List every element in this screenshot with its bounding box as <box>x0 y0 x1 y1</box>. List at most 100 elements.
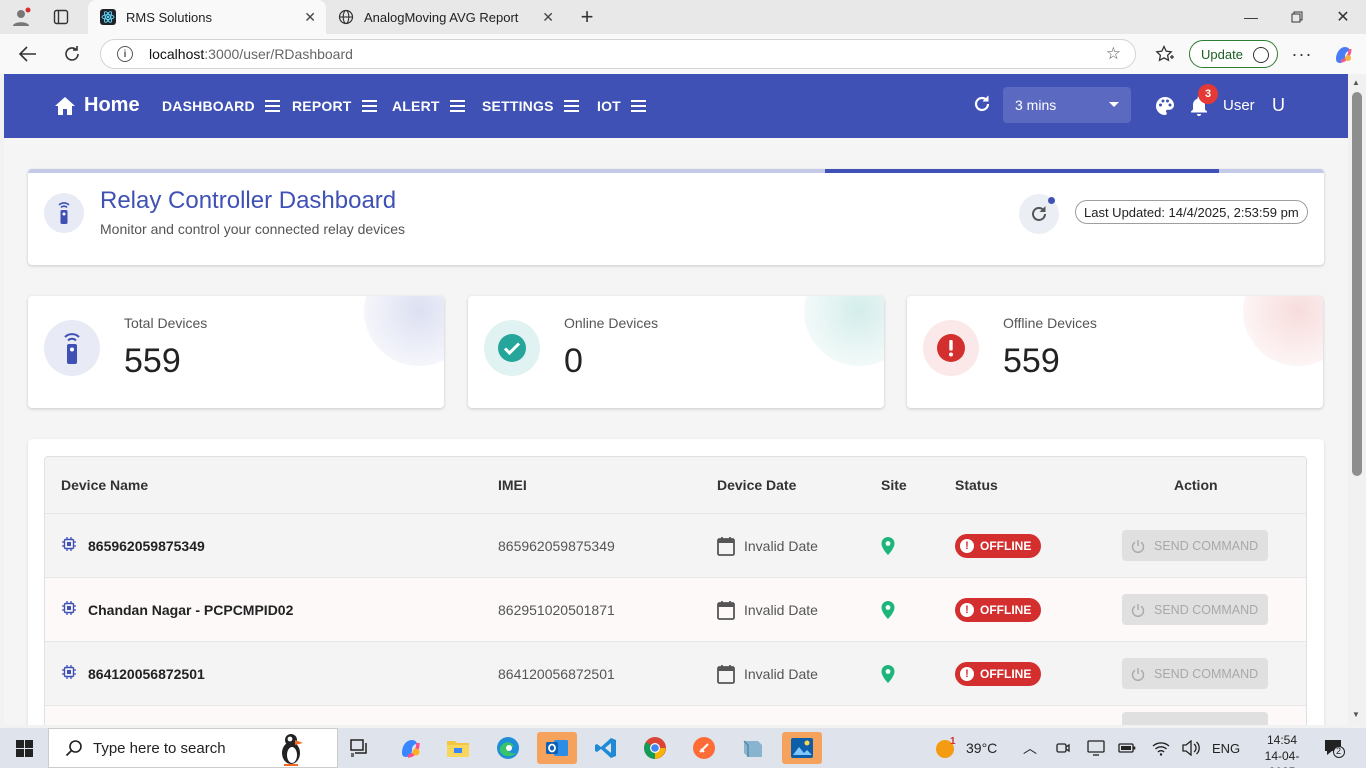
table-row[interactable] <box>45 706 1306 725</box>
puffin-icon <box>282 734 303 766</box>
favorite-star-icon[interactable]: ☆ <box>1106 44 1121 64</box>
home-icon <box>55 96 75 115</box>
stat-value: 559 <box>1003 342 1060 380</box>
minimize-icon[interactable]: — <box>1228 0 1274 34</box>
notification-center-icon[interactable]: 2 <box>1323 728 1345 768</box>
send-command-button[interactable]: SEND COMMAND <box>1122 658 1268 689</box>
tab-rms-solutions[interactable]: RMS Solutions ✕ <box>88 0 326 34</box>
edge-icon[interactable] <box>488 732 528 764</box>
table-row[interactable]: 864120056872501 864120056872501 Invalid … <box>45 642 1306 706</box>
chevron-down-icon <box>1109 102 1119 107</box>
home-link[interactable]: Home <box>54 94 140 117</box>
send-command-button[interactable]: SEND COMMAND <box>1122 530 1268 561</box>
weather-widget[interactable]: 1 39°C <box>934 728 997 768</box>
close-tab-icon[interactable]: ✕ <box>304 9 316 26</box>
table-row[interactable]: Chandan Nagar - PCPCMPID02 8629510205018… <box>45 578 1306 642</box>
outlook-icon[interactable] <box>537 732 577 764</box>
copilot-icon[interactable] <box>1330 42 1356 66</box>
loading-progress-bar <box>28 169 1324 173</box>
site-info-icon[interactable]: i <box>117 46 133 62</box>
user-menu[interactable]: User <box>1223 97 1255 114</box>
column-header[interactable]: Action <box>1174 457 1218 513</box>
meet-now-icon[interactable] <box>1055 728 1071 768</box>
restore-icon[interactable] <box>1274 0 1320 34</box>
send-command-button[interactable] <box>1122 712 1268 725</box>
wifi-icon[interactable] <box>1152 728 1170 768</box>
palette-icon[interactable] <box>1154 95 1176 122</box>
column-header[interactable]: Device Name <box>61 457 148 513</box>
column-header[interactable]: Site <box>881 457 907 513</box>
error-icon: ! <box>960 538 974 553</box>
menu-label: ALERT <box>392 98 440 114</box>
stat-value: 0 <box>564 342 583 380</box>
location-pin-icon[interactable] <box>881 514 895 577</box>
task-view-icon[interactable] <box>340 732 380 764</box>
close-tab-icon[interactable]: ✕ <box>542 9 554 26</box>
column-header[interactable]: Status <box>955 457 998 513</box>
notification-count: 2 <box>1336 746 1342 756</box>
device-date: Invalid Date <box>744 537 818 554</box>
refresh-button[interactable] <box>1019 194 1059 234</box>
scroll-down-icon[interactable]: ▼ <box>1352 710 1360 719</box>
column-header[interactable]: IMEI <box>498 457 527 513</box>
menu-icon <box>361 97 377 115</box>
vscode-icon[interactable] <box>586 732 626 764</box>
error-icon: ! <box>960 602 974 617</box>
scrollbar-thumb[interactable] <box>1352 92 1362 476</box>
new-tab-icon[interactable]: + <box>576 4 598 29</box>
volume-icon[interactable] <box>1182 728 1200 768</box>
menu-report[interactable]: REPORT <box>292 97 377 115</box>
stat-card-online: Online Devices 0 <box>468 296 884 408</box>
reload-icon[interactable] <box>59 42 85 66</box>
copilot-taskbar-icon[interactable] <box>390 732 430 764</box>
tab-actions-icon[interactable] <box>50 6 72 28</box>
app-header: Home DASHBOARD REPORT ALERT SETTINGS IOT… <box>4 74 1348 138</box>
menu-settings[interactable]: SETTINGS <box>482 97 579 115</box>
update-label: Update <box>1201 46 1243 62</box>
system-clock[interactable]: 14:54 14-04-2025 <box>1254 732 1310 768</box>
back-arrow-icon[interactable] <box>15 42 41 66</box>
show-hidden-icons-icon[interactable]: ︿ <box>1023 728 1037 768</box>
tab-title: RMS Solutions <box>126 9 212 25</box>
page-subtitle: Monitor and control your connected relay… <box>100 221 406 237</box>
location-pin-icon[interactable] <box>881 642 895 705</box>
photos-icon[interactable] <box>782 732 822 764</box>
refresh-icon <box>1032 206 1046 221</box>
refresh-interval-select[interactable]: 3 mins <box>1003 87 1131 123</box>
remote-icon <box>44 193 84 233</box>
menu-alert[interactable]: ALERT <box>392 97 465 115</box>
weather-badge: 1 <box>950 736 956 747</box>
page-scrollbar[interactable]: ▲ ▼ <box>1348 74 1366 725</box>
postman-icon[interactable] <box>684 732 724 764</box>
home-label: Home <box>84 94 140 116</box>
more-menu-icon[interactable]: ··· <box>1289 42 1315 66</box>
url-host: localhost <box>149 46 205 62</box>
clock-date: 14-04-2025 <box>1264 749 1300 768</box>
input-language[interactable]: ENG <box>1212 728 1240 768</box>
send-command-button[interactable]: SEND COMMAND <box>1122 594 1268 625</box>
profile-icon[interactable] <box>10 6 32 28</box>
url-bar[interactable]: i localhost:3000/user/RDashboard ☆ <box>100 39 1136 69</box>
menu-iot[interactable]: IOT <box>597 97 646 115</box>
battery-icon[interactable] <box>1118 728 1136 768</box>
update-button[interactable]: Update <box>1189 40 1278 68</box>
menu-dashboard[interactable]: DASHBOARD <box>162 97 280 115</box>
chrome-icon[interactable] <box>635 732 675 764</box>
taskbar-search-input[interactable]: Type here to search <box>48 728 338 768</box>
avatar[interactable]: U <box>1272 95 1285 116</box>
mysql-workbench-icon[interactable] <box>733 732 773 764</box>
device-name: Chandan Nagar - PCPCMPID02 <box>88 601 294 618</box>
windows-start-icon[interactable] <box>16 740 33 757</box>
refresh-icon[interactable] <box>972 94 992 119</box>
scroll-up-icon[interactable]: ▲ <box>1352 78 1360 87</box>
table-row[interactable]: 865962059875349 865962059875349 Invalid … <box>45 514 1306 578</box>
close-window-icon[interactable]: ✕ <box>1320 0 1366 34</box>
favorites-icon[interactable] <box>1152 42 1178 66</box>
column-header[interactable]: Device Date <box>717 457 796 513</box>
update-indicator <box>1048 197 1055 204</box>
location-pin-icon[interactable] <box>881 578 895 641</box>
tab-analog-report[interactable]: AnalogMoving AVG Report ✕ <box>326 0 564 34</box>
network-status-icon[interactable] <box>1087 728 1105 768</box>
device-table-card: Device Name IMEI Device Date Site Status… <box>28 439 1324 725</box>
file-explorer-icon[interactable] <box>438 732 478 764</box>
